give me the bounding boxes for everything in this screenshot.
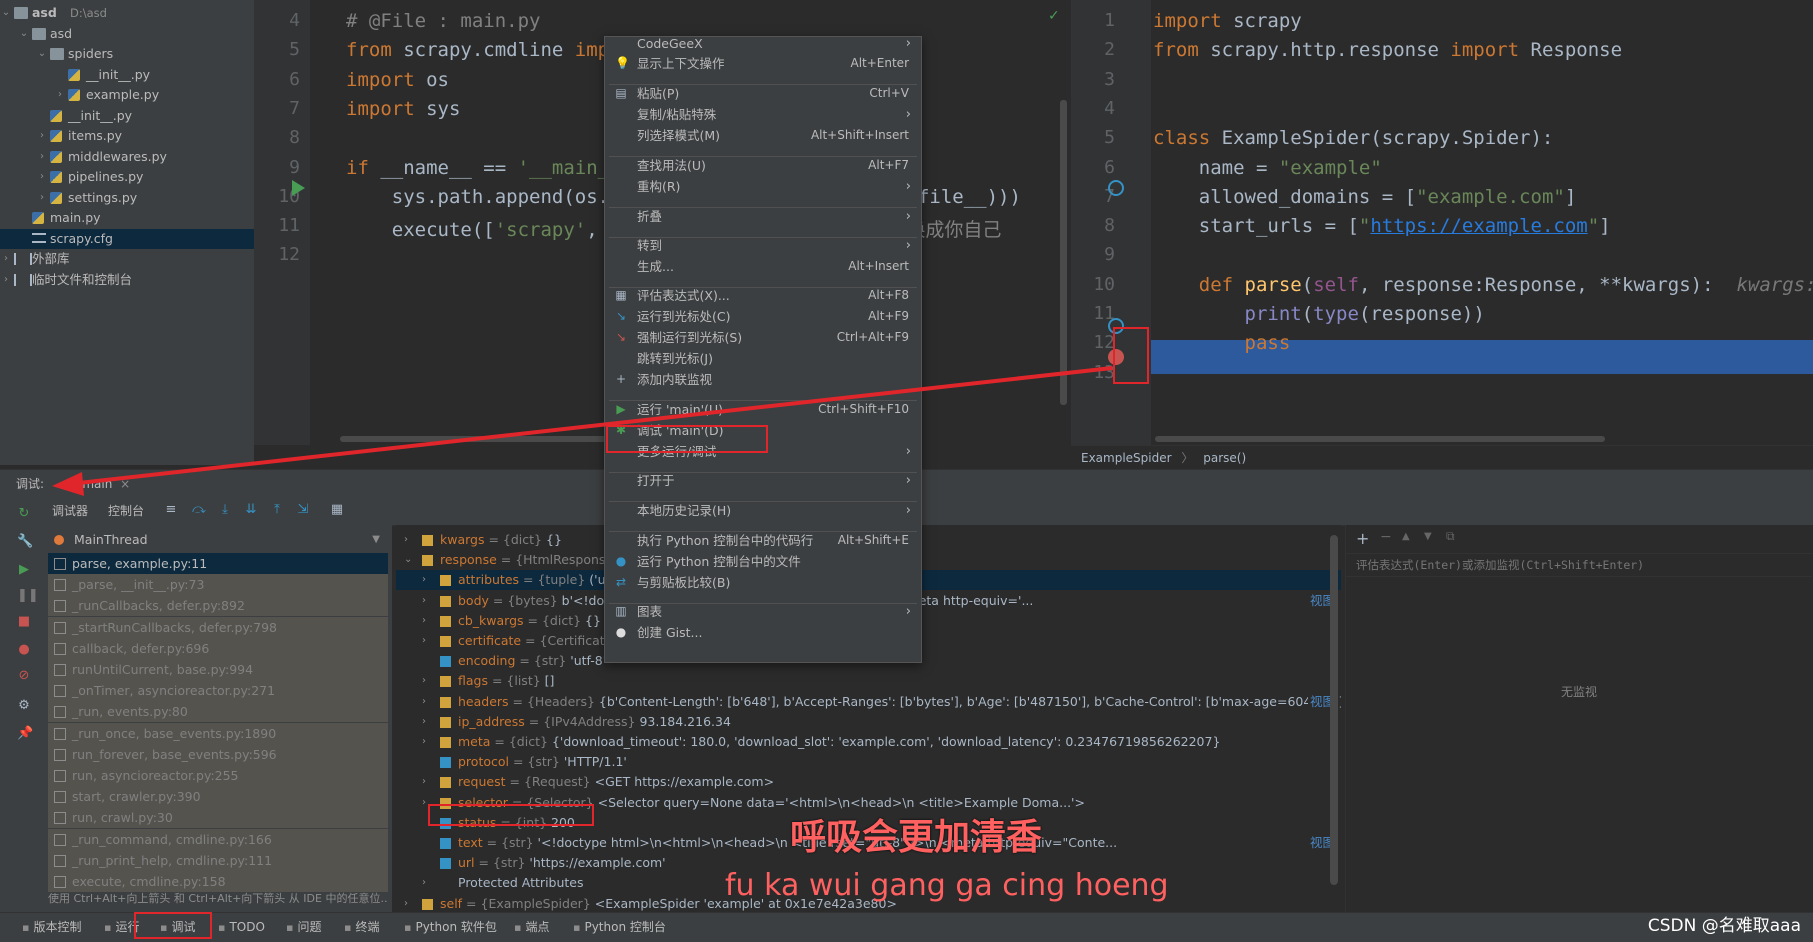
- video-subtitle-chinese: 呼吸会更加清香: [790, 817, 1043, 858]
- watermark: CSDN @名难取aaa: [1647, 916, 1801, 936]
- video-subtitle-pinyin: fu ka wui gang ga cing hoeng: [725, 868, 1169, 903]
- annotation-arrow: [52, 366, 1113, 496]
